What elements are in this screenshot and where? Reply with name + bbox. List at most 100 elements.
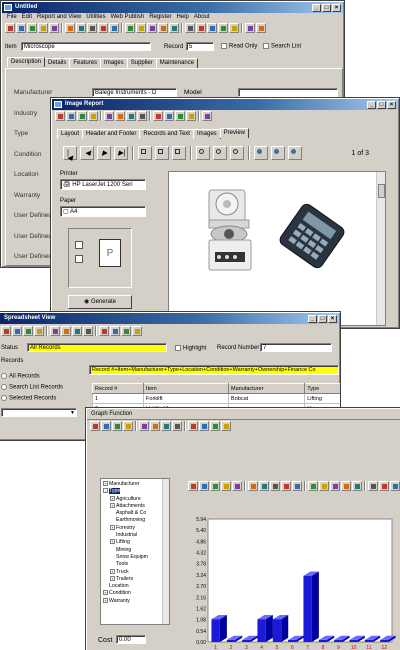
tree-item[interactable]: + Attachments bbox=[103, 502, 169, 510]
toolbar-tool-icon[interactable] bbox=[281, 481, 291, 491]
printer-select[interactable]: 🖨 HP LaserJet 1200 Seri bbox=[60, 179, 146, 190]
tree-item[interactable]: + Condition bbox=[103, 590, 169, 597]
toolbar-tool-icon[interactable] bbox=[188, 421, 198, 431]
table-row[interactable]: 1 Forklift Bobcat Lifting bbox=[91, 393, 340, 404]
move-all-icon[interactable] bbox=[288, 146, 302, 160]
tree-item[interactable]: + Trailers bbox=[103, 575, 169, 583]
read-only-checkbox[interactable]: Read Only bbox=[221, 43, 257, 50]
toolbar-tool-icon[interactable] bbox=[115, 111, 125, 121]
collapse-icon[interactable]: - bbox=[103, 488, 108, 494]
toolbar-tool-icon[interactable] bbox=[175, 111, 185, 121]
fit-page-icon[interactable] bbox=[172, 146, 186, 160]
toolbar-tool-icon[interactable] bbox=[270, 481, 280, 491]
maximize-button[interactable]: □ bbox=[322, 4, 331, 12]
toolbar-tool-icon[interactable] bbox=[259, 481, 269, 491]
toolbar-tool-icon[interactable] bbox=[379, 481, 389, 491]
bar[interactable] bbox=[364, 639, 374, 642]
toolbar-tool-icon[interactable] bbox=[199, 481, 209, 491]
toolbar-tool-icon[interactable] bbox=[38, 23, 48, 33]
record-input[interactable]: 5 bbox=[186, 42, 214, 51]
toolbar-tool-icon[interactable] bbox=[172, 421, 182, 431]
bar[interactable] bbox=[226, 639, 236, 642]
move-vertical-icon[interactable] bbox=[271, 146, 285, 160]
tree-item[interactable]: + Warranty bbox=[103, 597, 169, 605]
toolbar-tool-icon[interactable] bbox=[210, 421, 220, 431]
landscape-option[interactable] bbox=[75, 255, 83, 263]
toolbar-tool-icon[interactable] bbox=[16, 23, 26, 33]
toolbar-tool-icon[interactable] bbox=[12, 326, 22, 336]
toolbar-tool-icon[interactable] bbox=[186, 111, 196, 121]
toolbar-tool-icon[interactable] bbox=[390, 481, 400, 491]
tree-item[interactable]: + Forestry bbox=[103, 524, 169, 532]
records-option-radio[interactable]: Search List Records bbox=[1, 384, 63, 391]
paper-select[interactable]: ▢ A4 bbox=[60, 206, 146, 217]
cost-input[interactable]: 0.00 bbox=[116, 635, 146, 644]
record-number-input[interactable]: 7 bbox=[260, 343, 332, 352]
expand-icon[interactable]: + bbox=[110, 495, 115, 501]
bar[interactable] bbox=[349, 639, 358, 642]
bar[interactable] bbox=[380, 639, 389, 642]
expand-icon[interactable]: + bbox=[110, 539, 115, 545]
table-cell[interactable]: Forklift bbox=[143, 393, 230, 404]
expand-icon[interactable]: + bbox=[110, 568, 115, 574]
toolbar-tool-icon[interactable] bbox=[169, 23, 179, 33]
toolbar-tool-icon[interactable] bbox=[34, 326, 44, 336]
table-cell[interactable]: 1 bbox=[91, 393, 145, 404]
toolbar-tool-icon[interactable] bbox=[137, 111, 147, 121]
toolbar-tool-icon[interactable] bbox=[330, 481, 340, 491]
search-list-checkbox[interactable]: Search List bbox=[263, 43, 301, 50]
menu-item[interactable]: Web Publish bbox=[111, 13, 145, 22]
tree-item[interactable]: + Lifting bbox=[103, 539, 169, 546]
preview-scrollbar[interactable] bbox=[376, 172, 385, 325]
toolbar-tool-icon[interactable] bbox=[121, 326, 131, 336]
toolbar-tool-icon[interactable] bbox=[123, 421, 133, 431]
toolbar-tool-icon[interactable] bbox=[196, 23, 206, 33]
toolbar-tool-icon[interactable] bbox=[109, 23, 119, 33]
first-page-button[interactable]: |◀ bbox=[63, 146, 77, 162]
tab-images[interactable]: Images bbox=[192, 129, 221, 139]
toolbar-tool-icon[interactable] bbox=[256, 23, 266, 33]
expand-icon[interactable]: + bbox=[103, 597, 108, 603]
column-header[interactable]: Item bbox=[143, 383, 230, 394]
toolbar-tool-icon[interactable] bbox=[101, 421, 111, 431]
tree-item[interactable]: + Truck bbox=[103, 568, 169, 576]
menu-item[interactable]: Edit bbox=[22, 13, 32, 22]
toolbar-tool-icon[interactable] bbox=[153, 111, 163, 121]
toolbar-tool-icon[interactable] bbox=[87, 23, 97, 33]
tree-item[interactable]: Industrial bbox=[103, 532, 169, 539]
tab-images[interactable]: Images bbox=[100, 58, 128, 68]
toolbar-tool-icon[interactable] bbox=[61, 326, 71, 336]
toolbar-tool-icon[interactable] bbox=[110, 326, 120, 336]
toolbar-tool-icon[interactable] bbox=[319, 481, 329, 491]
toolbar-tool-icon[interactable] bbox=[161, 421, 171, 431]
formula-bar[interactable]: Record #+Item+Manufacturer+Type+Location… bbox=[89, 365, 339, 375]
tab-details[interactable]: Details bbox=[44, 58, 71, 68]
toolbar-tool-icon[interactable] bbox=[50, 326, 60, 336]
toolbar-tool-icon[interactable] bbox=[292, 481, 302, 491]
toolbar-tool-icon[interactable] bbox=[88, 111, 98, 121]
toolbar-tool-icon[interactable] bbox=[27, 23, 37, 33]
close-button[interactable]: × bbox=[328, 315, 337, 323]
tree-scrollbar[interactable] bbox=[162, 479, 169, 624]
records-dropdown[interactable]: ▼ bbox=[1, 408, 77, 417]
field-tree[interactable]: + Manufacturer - Type + Agriculture + Attachmen… bbox=[100, 478, 170, 625]
tab-features[interactable]: Features bbox=[69, 58, 102, 68]
toolbar-tool-icon[interactable] bbox=[104, 111, 114, 121]
table-cell[interactable]: Lifting bbox=[304, 393, 340, 404]
toolbar-tool-icon[interactable] bbox=[248, 481, 258, 491]
toolbar-tool-icon[interactable] bbox=[98, 23, 108, 33]
toolbar-tool-icon[interactable] bbox=[76, 23, 86, 33]
maximize-button[interactable]: □ bbox=[377, 101, 386, 109]
tree-item[interactable]: + Agriculture bbox=[103, 495, 169, 503]
toolbar-tool-icon[interactable] bbox=[150, 421, 160, 431]
toolbar-tool-icon[interactable] bbox=[158, 23, 168, 33]
toolbar-tool-icon[interactable] bbox=[207, 23, 217, 33]
generate-button[interactable]: ◉ Generate bbox=[68, 295, 132, 309]
expand-icon[interactable]: + bbox=[110, 575, 115, 581]
page-setup-icon[interactable] bbox=[138, 146, 152, 160]
toolbar-tool-icon[interactable] bbox=[136, 23, 146, 33]
tree-item[interactable]: Tools bbox=[103, 561, 169, 568]
bar[interactable] bbox=[303, 575, 312, 642]
last-page-button[interactable]: ▶| bbox=[114, 146, 128, 160]
toolbar-tool-icon[interactable] bbox=[202, 111, 212, 121]
